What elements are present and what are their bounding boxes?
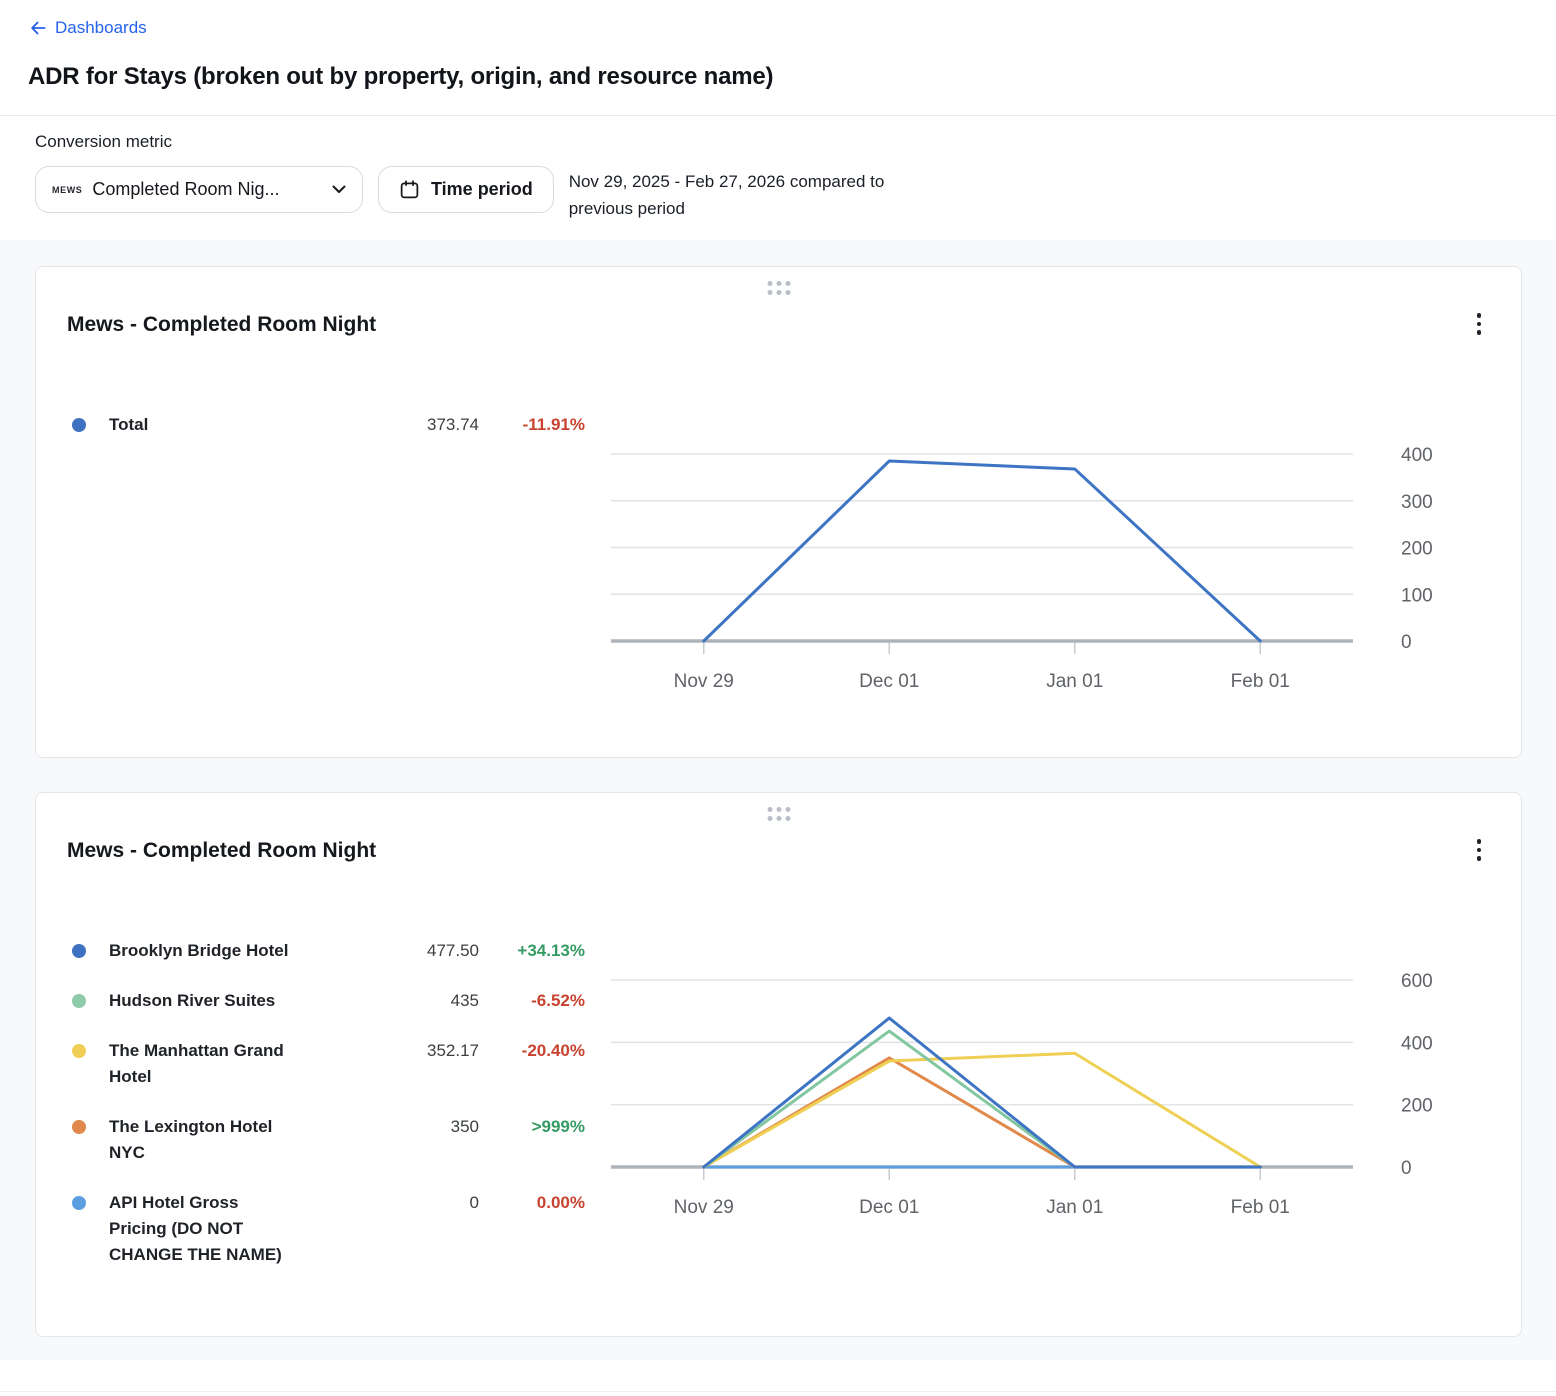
time-period-label: Time period bbox=[431, 179, 533, 200]
drag-handle-icon[interactable] bbox=[764, 278, 793, 298]
legend-series-change: -20.40% bbox=[479, 1038, 585, 1090]
conversion-metric-label: Conversion metric bbox=[35, 132, 1521, 152]
card-title: Mews - Completed Room Night bbox=[67, 313, 1491, 337]
svg-text:Jan 01: Jan 01 bbox=[1046, 671, 1103, 692]
back-link[interactable]: Dashboards bbox=[28, 18, 147, 38]
legend-series-name: Hudson River Suites bbox=[109, 988, 289, 1014]
arrow-left-icon bbox=[28, 18, 48, 38]
mews-brand-logo: MEWS bbox=[52, 185, 82, 195]
legend-series-value: 373.74 bbox=[289, 412, 479, 438]
card-menu-button[interactable] bbox=[1471, 307, 1488, 341]
legend-item[interactable]: Brooklyn Bridge Hotel 477.50 +34.13% bbox=[67, 938, 585, 964]
legend-item[interactable]: API Hotel Gross Pricing (DO NOT CHANGE T… bbox=[67, 1190, 585, 1268]
legend-series-change: >999% bbox=[479, 1114, 585, 1166]
dashboard-canvas: Mews - Completed Room Night Total 373.74… bbox=[0, 240, 1556, 1360]
chart-legend: Total 373.74 -11.91% bbox=[67, 410, 585, 462]
next-widget-edge bbox=[0, 1391, 1556, 1396]
svg-text:Dec 01: Dec 01 bbox=[859, 671, 919, 692]
legend-series-name: The Manhattan Grand Hotel bbox=[109, 1038, 289, 1090]
svg-text:400: 400 bbox=[1401, 1033, 1433, 1054]
svg-text:Nov 29: Nov 29 bbox=[674, 1197, 734, 1218]
legend-series-name: Total bbox=[109, 412, 289, 438]
legend-series-change: +34.13% bbox=[479, 938, 585, 964]
back-link-label: Dashboards bbox=[55, 18, 147, 38]
svg-text:0: 0 bbox=[1401, 632, 1412, 653]
legend-item[interactable]: Total 373.74 -11.91% bbox=[67, 412, 585, 438]
conversion-metric-value: Completed Room Nig... bbox=[92, 179, 322, 200]
calendar-icon bbox=[399, 179, 420, 200]
svg-text:200: 200 bbox=[1401, 539, 1433, 560]
legend-color-dot bbox=[72, 1044, 86, 1058]
legend-color-dot bbox=[72, 944, 86, 958]
legend-series-name: Brooklyn Bridge Hotel bbox=[109, 938, 289, 964]
line-chart: Nov 29 Dec 01 Jan 01 Feb 01 0 200 400 600 bbox=[611, 936, 1491, 1226]
widget-card-properties: Mews - Completed Room Night Brooklyn Bri… bbox=[35, 792, 1522, 1337]
svg-text:300: 300 bbox=[1401, 492, 1433, 513]
legend-series-change: -6.52% bbox=[479, 988, 585, 1014]
svg-text:200: 200 bbox=[1401, 1096, 1433, 1117]
svg-text:400: 400 bbox=[1401, 445, 1433, 466]
legend-color-dot bbox=[72, 994, 86, 1008]
legend-series-value: 477.50 bbox=[289, 938, 479, 964]
legend-color-dot bbox=[72, 418, 86, 432]
line-chart: Nov 29 Dec 01 Jan 01 Feb 01 0 100 200 300 400 bbox=[611, 410, 1491, 700]
widget-card-total: Mews - Completed Room Night Total 373.74… bbox=[35, 266, 1522, 758]
date-range-text: Nov 29, 2025 - Feb 27, 2026 compared to … bbox=[569, 166, 941, 222]
legend-item[interactable]: The Manhattan Grand Hotel 352.17 -20.40% bbox=[67, 1038, 585, 1090]
legend-series-change: -11.91% bbox=[479, 412, 585, 438]
time-period-button[interactable]: Time period bbox=[378, 166, 554, 213]
legend-series-value: 352.17 bbox=[289, 1038, 479, 1090]
legend-series-name: The Lexington Hotel NYC bbox=[109, 1114, 289, 1166]
controls-bar: Conversion metric MEWS Completed Room Ni… bbox=[0, 116, 1556, 222]
svg-text:100: 100 bbox=[1401, 585, 1433, 606]
drag-handle-icon[interactable] bbox=[764, 804, 793, 824]
legend-color-dot bbox=[72, 1120, 86, 1134]
page-title: ADR for Stays (broken out by property, o… bbox=[28, 63, 1528, 91]
conversion-metric-select[interactable]: MEWS Completed Room Nig... bbox=[35, 166, 363, 213]
legend-series-name: API Hotel Gross Pricing (DO NOT CHANGE T… bbox=[109, 1190, 289, 1268]
legend-series-value: 435 bbox=[289, 988, 479, 1014]
svg-text:Feb 01: Feb 01 bbox=[1231, 671, 1290, 692]
svg-text:Dec 01: Dec 01 bbox=[859, 1197, 919, 1218]
card-title: Mews - Completed Room Night bbox=[67, 839, 1491, 863]
svg-text:0: 0 bbox=[1401, 1158, 1412, 1179]
chevron-down-icon bbox=[332, 185, 346, 194]
page-header: Dashboards ADR for Stays (broken out by … bbox=[0, 0, 1556, 91]
legend-series-change: 0.00% bbox=[479, 1190, 585, 1268]
svg-text:Feb 01: Feb 01 bbox=[1231, 1197, 1290, 1218]
svg-text:600: 600 bbox=[1401, 971, 1433, 992]
card-menu-button[interactable] bbox=[1471, 833, 1488, 867]
legend-series-value: 350 bbox=[289, 1114, 479, 1166]
chart-legend: Brooklyn Bridge Hotel 477.50 +34.13% Hud… bbox=[67, 936, 585, 1292]
legend-series-value: 0 bbox=[289, 1190, 479, 1268]
svg-text:Nov 29: Nov 29 bbox=[674, 671, 734, 692]
legend-item[interactable]: The Lexington Hotel NYC 350 >999% bbox=[67, 1114, 585, 1166]
legend-item[interactable]: Hudson River Suites 435 -6.52% bbox=[67, 988, 585, 1014]
svg-text:Jan 01: Jan 01 bbox=[1046, 1197, 1103, 1218]
legend-color-dot bbox=[72, 1196, 86, 1210]
